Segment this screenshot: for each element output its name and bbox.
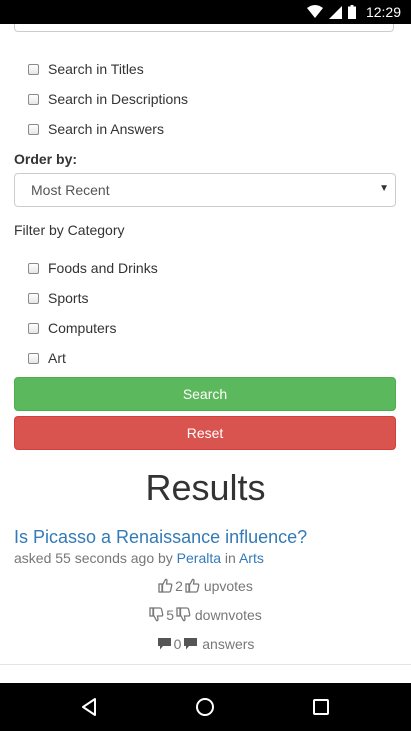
thumbs-up-icon[interactable] [158,578,173,593]
category-art-checkbox[interactable] [28,352,39,364]
status-bar: 12:29 [0,0,411,24]
upvotes-count: 2 [175,578,183,594]
downvotes-label: downvotes [194,607,262,623]
answers-stat: 0 answers [0,636,411,652]
filter-category-label: Filter by Category [14,222,125,238]
search-answers-label: Search in Answers [48,121,164,137]
question-title-link[interactable]: Is Picasso a Renaissance influence? [14,527,307,548]
order-by-selected: Most Recent [31,182,110,198]
navigation-bar [0,683,411,731]
search-descriptions-checkbox[interactable] [28,93,39,105]
battery-icon [347,5,356,19]
thumbs-up-icon[interactable] [185,578,200,593]
search-titles-label: Search in Titles [48,61,144,77]
thumbs-down-icon[interactable] [176,607,191,622]
comment-icon [184,638,198,650]
divider [0,664,411,665]
category-computers-option[interactable]: Computers [28,320,116,336]
comment-icon [157,638,171,650]
category-sports-option[interactable]: Sports [28,290,88,306]
answers-count: 0 [173,636,182,652]
reset-button[interactable]: Reset [14,416,396,450]
chevron-down-icon: ▼ [379,183,389,194]
home-icon[interactable] [193,695,217,719]
upvotes-stat: 2 upvotes [0,578,411,594]
page-content: Search in Titles Search in Descriptions … [0,24,411,683]
author-link[interactable]: Peralta [177,550,221,566]
category-computers-label: Computers [48,320,117,336]
back-icon[interactable] [78,695,102,719]
order-by-select[interactable]: Most Recent ▼ [14,173,396,207]
search-titles-option[interactable]: Search in Titles [28,61,144,77]
question-meta: asked 55 seconds ago by Peralta in Arts [14,550,264,566]
search-answers-option[interactable]: Search in Answers [28,121,164,137]
status-icons: 12:29 [306,0,401,24]
search-input[interactable] [14,24,394,32]
wifi-icon [306,5,323,18]
downvotes-stat: 5 downvotes [0,607,411,623]
thumbs-down-icon[interactable] [149,607,164,622]
downvotes-count: 5 [166,607,174,623]
search-descriptions-label: Search in Descriptions [48,91,189,107]
category-art-option[interactable]: Art [28,350,66,366]
asked-text: asked 55 seconds ago by [14,550,173,566]
status-time: 12:29 [365,4,401,20]
recents-icon[interactable] [309,695,333,719]
order-by-label: Order by: [14,151,78,167]
category-foods-checkbox[interactable] [28,262,39,274]
category-sports-label: Sports [48,290,89,306]
results-heading: Results [145,467,266,508]
category-foods-label: Foods and Drinks [48,260,158,276]
category-art-label: Art [48,350,66,366]
signal-icon [328,5,342,19]
answers-label: answers [202,636,255,652]
category-link[interactable]: Arts [239,550,264,566]
category-computers-checkbox[interactable] [28,322,39,334]
upvotes-label: upvotes [203,578,253,594]
in-text: in [224,550,236,566]
category-sports-checkbox[interactable] [28,292,39,304]
search-titles-checkbox[interactable] [28,63,39,75]
search-button[interactable]: Search [14,377,396,411]
category-foods-option[interactable]: Foods and Drinks [28,260,158,276]
search-answers-checkbox[interactable] [28,123,39,135]
search-descriptions-option[interactable]: Search in Descriptions [28,91,188,107]
